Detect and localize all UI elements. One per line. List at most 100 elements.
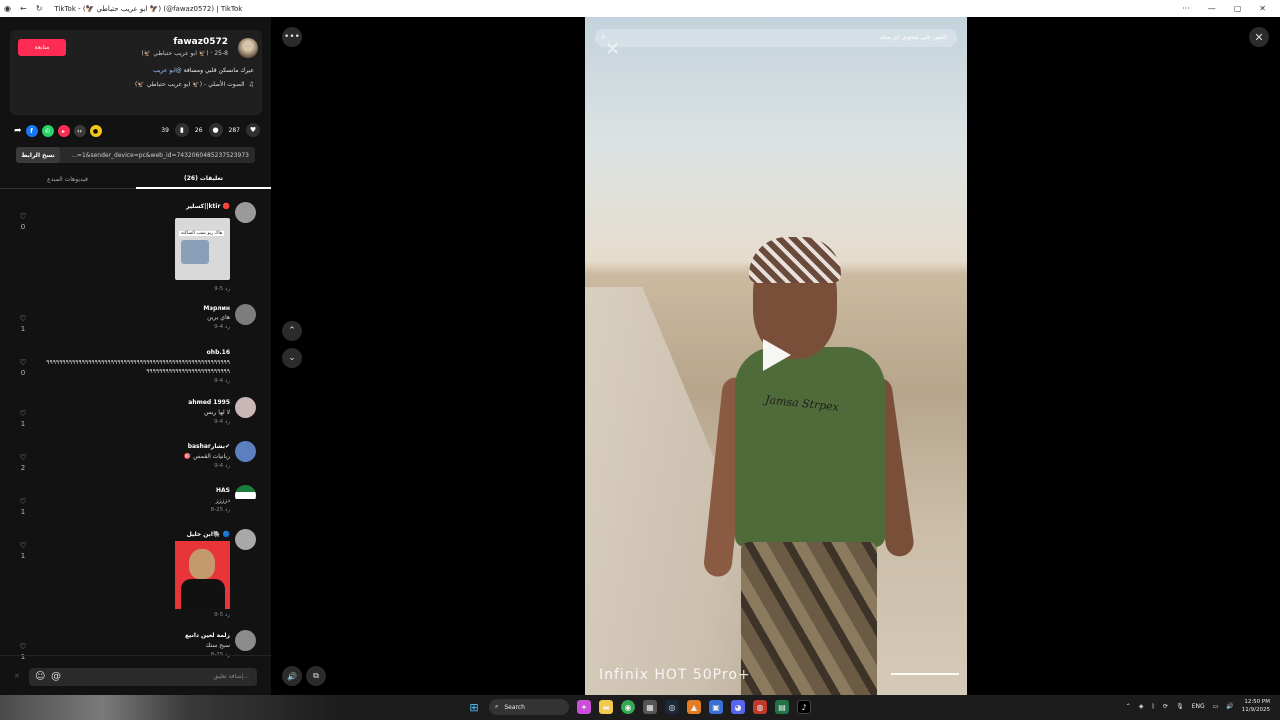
close-small-icon[interactable]: ✕	[14, 672, 20, 680]
whatsapp-icon[interactable]: ✆	[41, 125, 54, 137]
commenter-name[interactable]: ahmed 1995	[188, 399, 230, 406]
related-search-bar[interactable]: ⌕ العثور على محتوى ذي صلة	[595, 29, 957, 47]
author-avatar[interactable]	[238, 38, 258, 58]
facebook-icon[interactable]: f	[25, 125, 38, 137]
commenter-name[interactable]: ohb.16	[207, 349, 230, 356]
bluetooth-icon[interactable]: ᛒ	[1151, 703, 1155, 710]
like-heart-icon[interactable]: ♡	[17, 409, 29, 418]
taskbar-apps: ⊞ ⌕ Search ✦ ▬ ◉ ▦ ◎ ▲ ▣ ◕ ◍ ▤ ♪	[467, 699, 811, 715]
like-heart-icon[interactable]: ♡	[17, 212, 29, 221]
coin-icon[interactable]: ●	[89, 125, 102, 137]
excel-icon[interactable]: ▤	[775, 700, 789, 714]
play-icon[interactable]	[763, 339, 791, 371]
comment-meta[interactable]: 9-5 رد	[214, 286, 230, 292]
comment-icon[interactable]: ●	[208, 123, 223, 137]
network-icon[interactable]: ◈	[1139, 703, 1144, 710]
share-arrow-icon[interactable]: ➦	[14, 126, 22, 136]
comment-meta[interactable]: 9-4 رد	[214, 324, 230, 330]
comment-meta[interactable]: 9-4 رد	[214, 378, 230, 384]
share-row: ➦ f ✆ ▸ ‹› ●	[14, 125, 102, 137]
mic-icon[interactable]: 🎙	[1176, 703, 1184, 710]
comment-meta[interactable]: 9-4 رد	[214, 463, 230, 469]
comment-like-count: 1	[20, 325, 26, 333]
emoji-icon[interactable]: ☺	[35, 671, 45, 682]
copy-link-button[interactable]: نسخ الرابط	[16, 147, 60, 163]
author-username[interactable]: fawaz0572	[173, 37, 228, 47]
commenter-name[interactable]: HAS	[216, 487, 230, 494]
next-video-button[interactable]: ⌄	[282, 348, 302, 368]
mini-player-icon[interactable]: ⧉	[306, 666, 326, 686]
comment-meta[interactable]: 9-5 رد	[214, 612, 230, 618]
like-heart-icon[interactable]: ♡	[17, 642, 29, 651]
copilot-icon[interactable]: ✦	[577, 700, 591, 714]
commenter-name[interactable]: زلمة لعين دانيع	[185, 632, 230, 639]
comment-input[interactable]: ☺ @ إضافة تعليق...	[29, 668, 257, 686]
vlc-icon[interactable]: ▲	[687, 700, 701, 714]
comment-image[interactable]	[175, 541, 230, 609]
close-window-button[interactable]: ✕	[1259, 4, 1266, 13]
menu-dots-icon[interactable]: ···	[1182, 4, 1190, 13]
speaker-icon[interactable]: 🔊	[1226, 703, 1233, 710]
caption-mention[interactable]: @ابو عريب	[153, 67, 182, 74]
commenter-avatar[interactable]	[235, 202, 256, 223]
minimize-button[interactable]: —	[1208, 4, 1216, 13]
mention-icon[interactable]: @	[51, 671, 61, 682]
commenter-avatar[interactable]	[235, 397, 256, 418]
app-red-icon[interactable]: ◍	[753, 700, 767, 714]
prev-video-button[interactable]: ⌃	[282, 321, 302, 341]
clock[interactable]: 12:50 PM 11/9/2025	[1242, 698, 1270, 714]
refresh-icon[interactable]: ↻	[36, 4, 43, 13]
like-heart-icon[interactable]: ♡	[17, 541, 29, 550]
commenter-avatar[interactable]	[235, 630, 256, 651]
comment-meta[interactable]: 8-25 رد	[211, 507, 230, 513]
commenter-avatar[interactable]	[235, 485, 256, 506]
more-options-button[interactable]: •••	[282, 27, 302, 47]
commenter-avatar[interactable]	[235, 441, 256, 462]
commenter-name[interactable]: ابن خليل🐘 🔵	[187, 531, 230, 538]
tab-creator-videos[interactable]: فيديوهات المبدع	[0, 169, 135, 189]
tiktok-icon[interactable]: ♪	[797, 700, 811, 714]
file-explorer-icon[interactable]: ▬	[599, 700, 613, 714]
bookmark-icon[interactable]: ▮	[174, 123, 189, 137]
comment-item: HAS دزززز 8-25 رد ♡ 1	[0, 485, 271, 521]
music-title[interactable]: الصوت الأصلي - (🦅 ابو عريب حتباطي 🦅)	[135, 81, 245, 88]
discord-icon[interactable]: ◕	[731, 700, 745, 714]
chrome-icon[interactable]: ◉	[621, 700, 635, 714]
restore-button[interactable]: ▢	[1234, 4, 1242, 13]
comment-item: Мэрлин هاي يرين 9-4 رد ♡ 1	[0, 302, 271, 338]
like-heart-icon[interactable]: ♡	[17, 314, 29, 323]
like-heart-icon[interactable]: ♡	[17, 497, 29, 506]
sync-icon[interactable]: ⟳	[1163, 703, 1168, 710]
commenter-name[interactable]: Мэрлин	[203, 305, 230, 312]
follow-button[interactable]: متابعة	[18, 39, 66, 56]
commenter-name[interactable]: basharبشار✔	[188, 443, 230, 450]
close-icon[interactable]: ✕	[1249, 27, 1269, 47]
wifi-icon[interactable]: ▭	[1213, 703, 1219, 710]
like-heart-icon[interactable]: ♡	[17, 453, 29, 462]
music-line[interactable]: ♫ الصوت الأصلي - (🦅 ابو عريب حتباطي 🦅)	[135, 81, 254, 88]
comment-item: كسلير||ktir 🔴 هاك ريو نسب الساكته 9-5 رد…	[0, 200, 271, 296]
comment-meta[interactable]: 9-4 رد	[214, 419, 230, 425]
chevron-up-icon[interactable]: ⌃	[1126, 703, 1131, 710]
windows-start-icon[interactable]: ⊞	[467, 700, 481, 714]
app-icon[interactable]: ▣	[709, 700, 723, 714]
comment-sticker-image[interactable]: هاك ريو نسب الساكته	[175, 218, 230, 280]
tab-comments[interactable]: تعليقات (26)	[136, 169, 271, 189]
commenter-name[interactable]: كسلير||ktir 🔴	[186, 203, 230, 210]
store-icon[interactable]: ▦	[643, 700, 657, 714]
back-icon[interactable]: ←	[20, 4, 27, 13]
steam-icon[interactable]: ◎	[665, 700, 679, 714]
video-player[interactable]: Jamsa Strpex ⌕ العثور على محتوى ذي صلة ✕…	[585, 17, 967, 695]
heart-icon[interactable]: ♥	[246, 123, 260, 137]
video-url[interactable]: ...=1&sender_device=pc&web_id=7432060485…	[60, 152, 255, 159]
taskbar-search[interactable]: ⌕ Search	[489, 699, 569, 715]
language-indicator[interactable]: ENG	[1192, 703, 1205, 710]
commenter-avatar[interactable]	[235, 529, 256, 550]
tiktok-share-icon[interactable]: ▸	[57, 125, 70, 137]
video-progress-bar[interactable]	[891, 673, 959, 675]
comment-text: دزززز	[215, 497, 230, 504]
embed-icon[interactable]: ‹›	[73, 125, 86, 137]
volume-icon[interactable]: 🔊	[282, 666, 302, 686]
like-heart-icon[interactable]: ♡	[17, 358, 29, 367]
commenter-avatar[interactable]	[235, 304, 256, 325]
